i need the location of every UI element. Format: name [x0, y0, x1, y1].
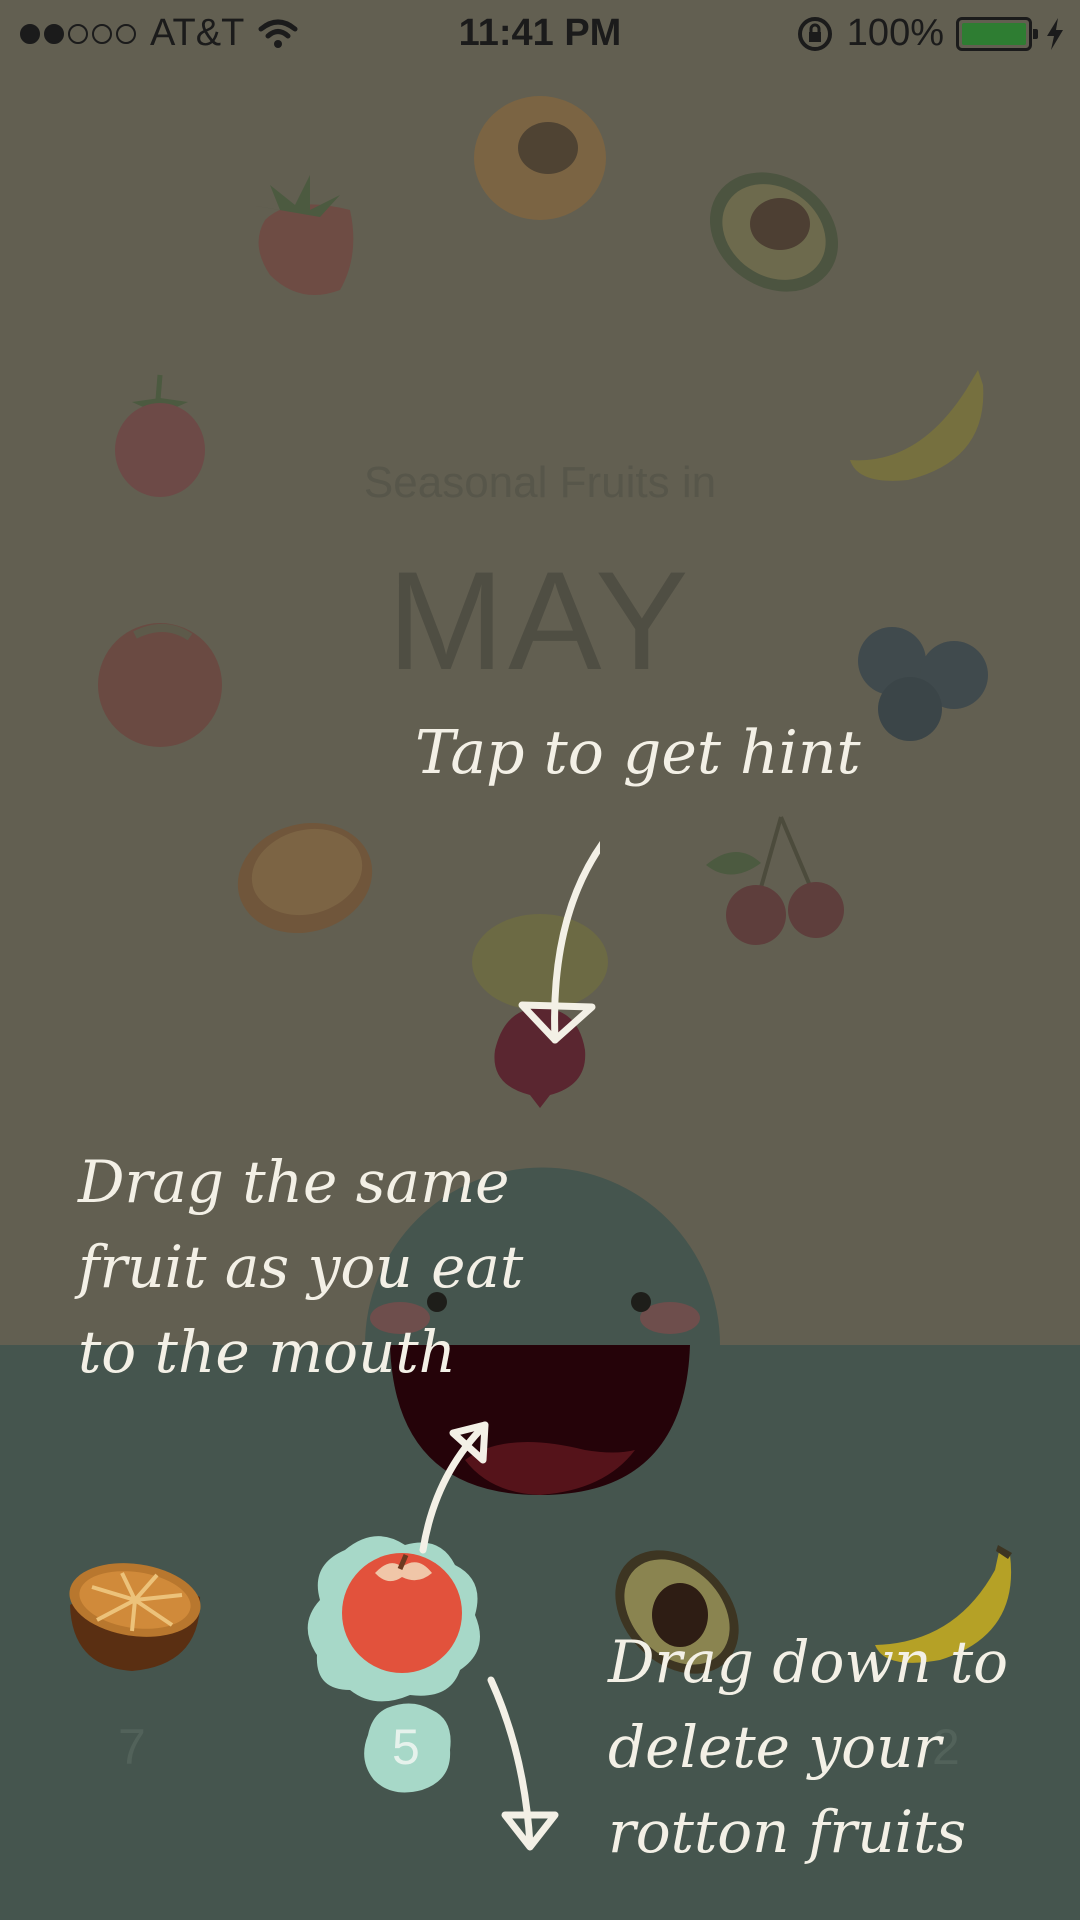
drag-down-line-2: delete your	[608, 1713, 942, 1781]
drag-down-arrow-icon	[487, 1676, 559, 1851]
apricot-icon[interactable]	[470, 88, 610, 228]
drag-to-mouth-hint: Drag the same fruit as you eat to the mo…	[78, 1140, 523, 1395]
tap-hint-arrow-icon	[518, 841, 600, 1044]
tray-orange-icon[interactable]	[62, 1555, 207, 1675]
drag-to-mouth-line-3: to the mouth	[78, 1318, 457, 1386]
battery-percent: 100%	[846, 12, 944, 54]
tray-apple-icon[interactable]	[340, 1545, 465, 1675]
nectarine-icon[interactable]	[95, 615, 225, 750]
strawberry-icon[interactable]	[240, 165, 375, 305]
drag-down-line-3: rotton fruits	[608, 1798, 967, 1866]
tray-count-orange: 7	[118, 1719, 146, 1775]
drag-down-hint: Drag down to delete your rotton fruits	[608, 1620, 1008, 1875]
battery-icon	[956, 16, 1038, 51]
raspberry-icon[interactable]	[110, 370, 210, 500]
game-screen: AT&T 11:41 PM 100% Seasonal Fruits in MA…	[0, 0, 1080, 1920]
cherries-icon[interactable]	[706, 815, 846, 950]
status-bar: AT&T 11:41 PM 100%	[0, 0, 1080, 70]
orange-slice-icon[interactable]	[235, 820, 375, 942]
drag-to-mouth-line-2: fruit as you eat	[78, 1233, 524, 1301]
rotation-lock-icon	[797, 16, 832, 51]
blueberries-icon[interactable]	[852, 623, 992, 743]
status-right: 100%	[795, 12, 1066, 55]
drag-down-line-1: Drag down to	[608, 1628, 1009, 1696]
tap-hint-text: Tap to get hint	[415, 718, 861, 788]
charging-bolt-icon	[1047, 17, 1063, 50]
avocado-icon[interactable]	[702, 162, 847, 302]
tray-count-apple: 5	[392, 1719, 420, 1775]
drag-up-arrow-icon	[419, 1421, 489, 1554]
banana-icon[interactable]	[848, 365, 993, 490]
drag-to-mouth-line-1: Drag the same	[78, 1148, 510, 1216]
